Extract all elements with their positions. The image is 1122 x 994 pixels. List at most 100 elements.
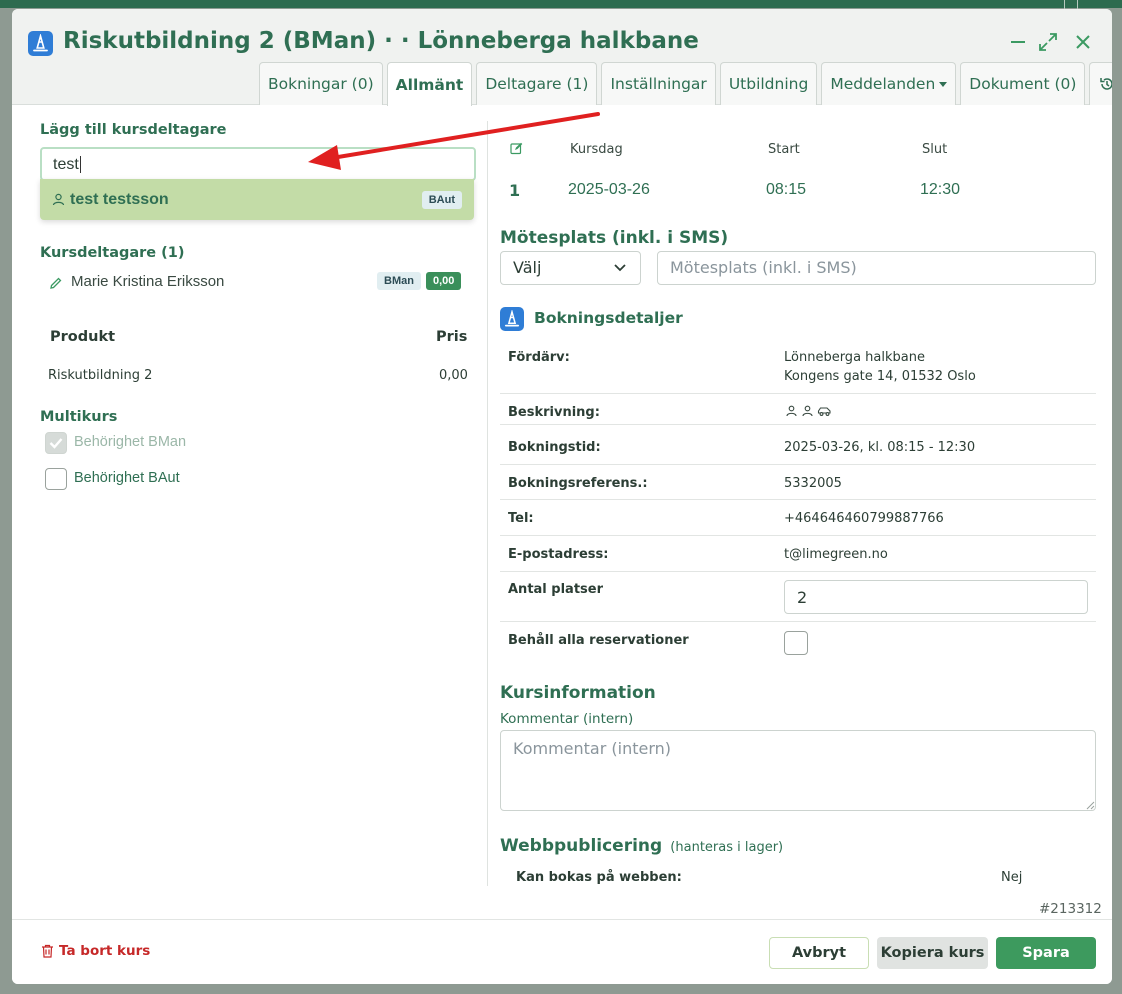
web-header: Webbpublicering	[500, 836, 663, 856]
edit-icon[interactable]	[510, 142, 523, 155]
meeting-select-value: Välj	[513, 258, 542, 277]
multikurs-baut-checkbox[interactable]	[45, 468, 67, 490]
tab-bokningar[interactable]: Bokningar (0)	[259, 62, 383, 105]
tab-label: Bokningar (0)	[268, 75, 374, 93]
meeting-select[interactable]: Välj	[500, 251, 641, 285]
resize-handle-icon[interactable]	[1086, 801, 1095, 810]
traffic-cone-logo-icon	[28, 31, 53, 56]
pencil-icon[interactable]	[49, 276, 63, 290]
search-value: test	[53, 156, 79, 173]
bookable-value: Nej	[1001, 870, 1023, 885]
booking-label-fordarv: Fördärv:	[508, 350, 570, 365]
schedule-row-end: 12:30	[920, 181, 961, 198]
comment-textarea[interactable]: Kommentar (intern)	[500, 730, 1096, 811]
participant-search-input[interactable]: test	[40, 147, 476, 181]
suggestion-item[interactable]: test testsson BAut	[40, 179, 474, 220]
minus-icon[interactable]	[1007, 31, 1029, 53]
meeting-input[interactable]: Mötesplats (inkl. i SMS)	[657, 251, 1096, 285]
booking-label-tel: Tel:	[508, 511, 534, 526]
tab-bar: Bokningar (0) Allmänt Deltagare (1) Inst…	[259, 62, 1112, 106]
schedule-header-start: Start	[768, 142, 800, 157]
background-header-strip	[0, 0, 1122, 8]
multikurs-bman-checkbox	[45, 432, 67, 454]
caret-down-icon	[939, 81, 948, 87]
course-id: #213312	[1039, 901, 1102, 917]
schedule-header-slut: Slut	[922, 142, 948, 157]
expand-icon[interactable]	[1037, 31, 1059, 53]
product-cell: Riskutbildning 2	[48, 368, 153, 383]
booking-header: Bokningsdetaljer	[534, 309, 683, 327]
schedule-header-kursdag: Kursdag	[570, 142, 623, 157]
car-icon	[817, 407, 831, 416]
schedule-row-num: 1	[509, 181, 521, 200]
tab-label: Utbildning	[728, 75, 809, 93]
tab-label: Dokument (0)	[969, 75, 1077, 93]
person-icon	[802, 405, 813, 417]
booking-label-referens: Bokningsreferens.:	[508, 476, 648, 491]
tab-installningar[interactable]: Inställningar	[601, 62, 716, 105]
text-cursor	[79, 156, 81, 174]
suggestion-badge: BAut	[421, 190, 462, 209]
booking-logo-icon	[500, 307, 524, 331]
close-icon[interactable]	[1072, 31, 1094, 53]
booking-value-email: t@limegreen.no	[784, 547, 888, 562]
web-subheader: (hanteras i lager)	[670, 840, 784, 855]
booking-value-address: Kongens gate 14, 01532 Oslo	[784, 369, 976, 384]
delete-course-button[interactable]: Ta bort kurs	[41, 943, 150, 959]
schedule-row-date: 2025-03-26	[568, 181, 650, 198]
save-button[interactable]: Spara	[996, 937, 1096, 969]
tab-allmant[interactable]: Allmänt	[386, 62, 473, 106]
tab-deltagare[interactable]: Deltagare (1)	[476, 62, 598, 105]
multikurs-baut-label[interactable]: Behörighet BAut	[74, 470, 180, 486]
booking-value-bokningstid: 2025-03-26, kl. 08:15 - 12:30	[784, 440, 976, 455]
booking-label-antal: Antal platser	[508, 582, 603, 597]
tab-label: Allmänt	[395, 75, 464, 94]
booking-label-behall: Behåll alla reservationer	[508, 633, 689, 648]
row-divider	[500, 571, 1096, 572]
column-divider	[487, 121, 488, 886]
tab-label: Inställningar	[610, 75, 707, 93]
antal-platser-input[interactable]: 2	[784, 580, 1088, 614]
copy-course-button[interactable]: Kopiera kurs	[877, 937, 988, 969]
product-col-header: Produkt	[50, 329, 116, 345]
row-divider	[500, 621, 1096, 622]
tab-label: Meddelanden	[830, 75, 936, 93]
bookable-label: Kan bokas på webben:	[516, 870, 682, 885]
multikurs-bman-label: Behörighet BMan	[74, 434, 187, 450]
tab-dokument[interactable]: Dokument (0)	[960, 62, 1086, 105]
row-divider	[500, 535, 1096, 536]
comment-label: Kommentar (intern)	[500, 711, 634, 727]
trash-icon	[42, 944, 53, 958]
cancel-button[interactable]: Avbryt	[769, 937, 869, 969]
booking-label-email: E-postadress:	[508, 547, 609, 562]
tab-meddelanden[interactable]: Meddelanden	[821, 62, 957, 105]
delete-label: Ta bort kurs	[59, 943, 151, 959]
course-modal: Riskutbildning 2 (BMan) · · Lönneberga h…	[12, 9, 1112, 984]
row-divider	[500, 393, 1096, 394]
booking-value-tel: +464646460799887766	[784, 511, 944, 526]
web-header-row: Webbpublicering (hanteras i lager)	[500, 836, 783, 856]
modal-header: Riskutbildning 2 (BMan) · · Lönneberga h…	[12, 9, 1112, 106]
check-icon	[49, 438, 63, 449]
tab-utbildning[interactable]: Utbildning	[719, 62, 818, 105]
course-info-header: Kursinformation	[500, 683, 656, 703]
booking-value-fordarv: Lönneberga halkbane	[784, 350, 925, 365]
price-col-header: Pris	[436, 329, 468, 345]
price-cell: 0,00	[439, 368, 468, 383]
row-divider	[500, 499, 1096, 500]
participant-name[interactable]: Marie Kristina Eriksson	[71, 273, 224, 290]
behall-reservationer-checkbox[interactable]	[784, 631, 808, 655]
history-icon	[1100, 78, 1112, 90]
user-icon	[52, 193, 65, 206]
booking-label-beskrivning: Beskrivning:	[508, 405, 600, 420]
multikurs-header: Multikurs	[40, 409, 118, 425]
row-divider	[500, 464, 1096, 465]
tab-history[interactable]	[1089, 62, 1112, 105]
modal-title: Riskutbildning 2 (BMan) · · Lönneberga h…	[63, 28, 699, 54]
meeting-header: Mötesplats (inkl. i SMS)	[500, 228, 729, 248]
schedule-row-start: 08:15	[766, 181, 807, 198]
description-icons	[785, 405, 832, 417]
modal-footer: Ta bort kurs Avbryt Kopiera kurs Spara	[12, 919, 1112, 984]
participants-header: Kursdeltagare (1)	[40, 245, 185, 261]
suggestion-name: test testsson	[70, 190, 169, 208]
